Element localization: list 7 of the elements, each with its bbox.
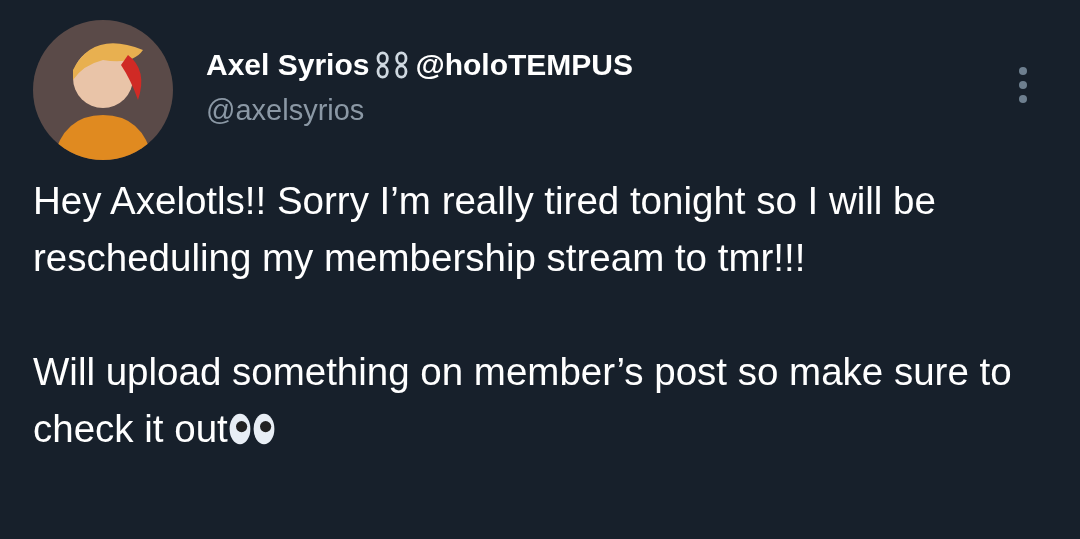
tweet-text: Will upload something on member’s post so make sure to check it out [33, 349, 1013, 452]
display-name[interactable]: Axel Syrios [206, 48, 370, 82]
username[interactable]: @axelsyrios [206, 94, 633, 127]
tweet-text: Hey Axelotls!! Sorry I’m really tired tonight so I will be rescheduling my membership stream to tmr!!! [33, 178, 937, 281]
more-options-icon[interactable] [1018, 65, 1028, 105]
mentioned-handle[interactable]: @holoTEMPUS [415, 48, 633, 82]
eyes-icon [227, 412, 276, 446]
